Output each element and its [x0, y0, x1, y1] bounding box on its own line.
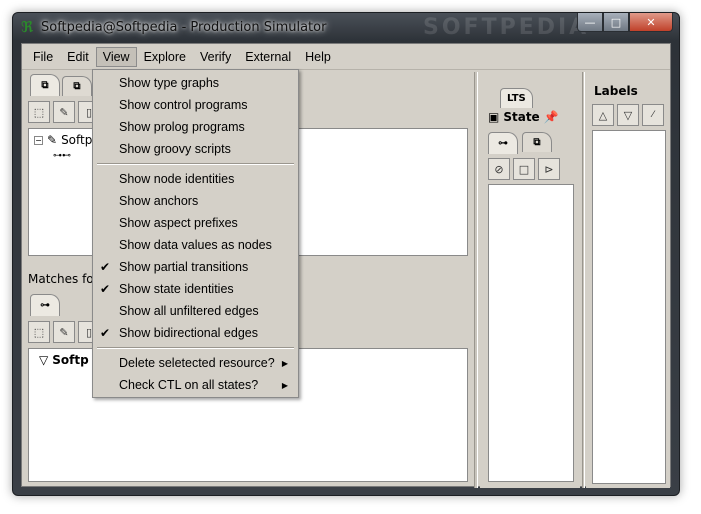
checkmark-icon: ✔	[100, 260, 111, 274]
menu-separator	[97, 347, 294, 349]
label-up-icon[interactable]: △	[592, 104, 614, 126]
state-icon: ▣	[488, 110, 500, 124]
state-graph-icon: ⧉	[73, 81, 81, 92]
menu-show-aspect-prefixes[interactable]: Show aspect prefixes	[93, 212, 298, 234]
view-menu: Show type graphs Show control programs S…	[92, 69, 299, 398]
menu-help[interactable]: Help	[298, 47, 338, 67]
state-header: ▣ State 📌	[488, 110, 559, 124]
tab-matches[interactable]: ⊶	[30, 294, 60, 316]
step-icon[interactable]: ⊳	[538, 158, 560, 180]
menu-show-state-identities[interactable]: ✔ Show state identities	[93, 278, 298, 300]
label-down-icon[interactable]: ▽	[617, 104, 639, 126]
pencil-icon: ✎	[47, 133, 58, 147]
tab-rules[interactable]: ⧉	[30, 74, 60, 96]
filter-icon: ▽	[39, 353, 49, 367]
menu-show-prolog-programs[interactable]: Show prolog programs	[93, 116, 298, 138]
menu-edit[interactable]: Edit	[60, 47, 96, 67]
state-title: State	[503, 110, 540, 124]
labels-splitter[interactable]	[582, 72, 585, 488]
menu-show-unfiltered-edges[interactable]: Show all unfiltered edges	[93, 300, 298, 322]
edit-rule-icon[interactable]: ✎	[53, 101, 75, 123]
new-rule-icon[interactable]: ⬚	[28, 101, 50, 123]
menu-verify[interactable]: Verify	[193, 47, 238, 67]
labels-pane: Labels △ ▽ ⁄	[586, 72, 670, 488]
menu-show-node-identities[interactable]: Show node identities	[93, 168, 298, 190]
lts-tab-label: LTS	[507, 93, 526, 104]
menu-external[interactable]: External	[238, 47, 298, 67]
labels-title: Labels	[594, 84, 638, 98]
menu-show-bidirectional-edges[interactable]: ✔ Show bidirectional edges	[93, 322, 298, 344]
window-title: Softpedia@Softpedia - Production Simulat…	[41, 20, 327, 35]
match-graph-icon: ⊶	[40, 300, 50, 311]
menu-separator	[97, 163, 294, 165]
match-tree-root[interactable]: Softp	[52, 353, 88, 367]
menu-explore[interactable]: Explore	[137, 47, 193, 67]
select-icon[interactable]: ⬚	[28, 321, 50, 343]
lts-pane: LTS ▣ State 📌 ⊶ ⧉ ⊘ □ ⊳	[480, 72, 580, 488]
minimize-button[interactable]: —	[577, 13, 603, 32]
menu-file[interactable]: File	[26, 47, 60, 67]
stop-icon[interactable]: □	[513, 158, 535, 180]
tab-state-graph[interactable]: ⊶	[488, 132, 518, 154]
menu-show-groovy-scripts[interactable]: Show groovy scripts	[93, 138, 298, 160]
app-logo-icon: ℜ	[21, 18, 34, 36]
menu-show-type-graphs[interactable]: Show type graphs	[93, 72, 298, 94]
graph-icon: ⧉	[41, 80, 49, 91]
tab-state-match[interactable]: ⧉	[522, 132, 552, 152]
state-match-icon: ⧉	[533, 137, 541, 148]
labels-list[interactable]	[592, 130, 666, 484]
rule-node-icon[interactable]: ⊶⊷	[53, 151, 71, 161]
state-graph-area[interactable]	[488, 184, 574, 482]
collapse-icon[interactable]: −	[34, 135, 43, 145]
compass-icon[interactable]: ⊘	[488, 158, 510, 180]
tab-graphs[interactable]: ⧉	[62, 76, 92, 96]
checkmark-icon: ✔	[100, 326, 111, 340]
title-watermark: SOFTPEDIA	[423, 15, 590, 40]
title-bar[interactable]: ℜ Softpedia@Softpedia - Production Simul…	[13, 13, 679, 43]
submenu-arrow-icon: ▶	[281, 358, 288, 368]
menu-view[interactable]: View	[95, 46, 137, 67]
menu-check-ctl[interactable]: Check CTL on all states? ▶	[93, 374, 298, 396]
close-button[interactable]: ✕	[629, 13, 673, 32]
pin-icon[interactable]: 📌	[544, 110, 559, 124]
state-graph-small-icon: ⊶	[498, 138, 508, 149]
splitter[interactable]	[474, 72, 478, 488]
edit-match-icon[interactable]: ✎	[53, 321, 75, 343]
rule-tree-root[interactable]: Softp	[61, 133, 92, 147]
menu-show-control-programs[interactable]: Show control programs	[93, 94, 298, 116]
checkmark-icon: ✔	[100, 282, 111, 296]
tab-lts[interactable]: LTS	[500, 88, 533, 108]
menu-show-partial-transitions[interactable]: ✔ Show partial transitions	[93, 256, 298, 278]
menu-bar: File Edit View Explore Verify External H…	[22, 44, 670, 70]
maximize-button[interactable]: □	[603, 13, 629, 32]
menu-show-anchors[interactable]: Show anchors	[93, 190, 298, 212]
menu-show-data-values[interactable]: Show data values as nodes	[93, 234, 298, 256]
label-filter-icon[interactable]: ⁄	[642, 104, 664, 126]
submenu-arrow-icon: ▶	[281, 380, 288, 390]
menu-delete-selected-resource[interactable]: Delete seletected resource? ▶	[93, 352, 298, 374]
